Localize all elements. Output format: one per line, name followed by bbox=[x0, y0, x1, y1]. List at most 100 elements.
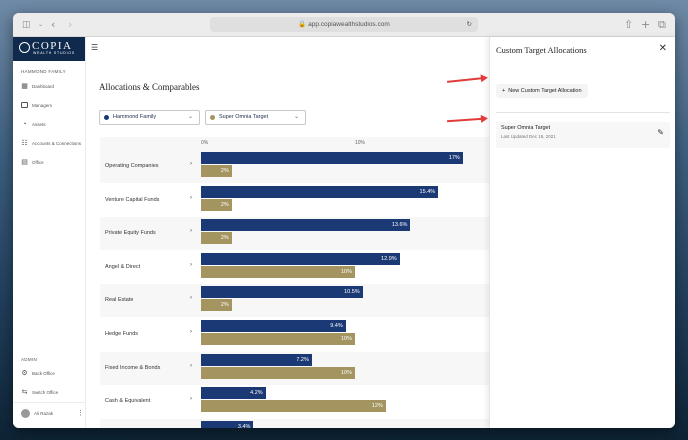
custom-target-panel: Custom Target Allocations ✕ + New Custom… bbox=[489, 37, 675, 428]
family-bar: 9.4% bbox=[201, 320, 346, 332]
family-bar: 12.9% bbox=[201, 252, 400, 265]
category-label: Operating Companies bbox=[105, 163, 159, 169]
target-bar: 10% bbox=[201, 366, 355, 379]
category-row[interactable]: Private Equity Funds › 13.6% 2% bbox=[100, 217, 489, 251]
category-row[interactable]: Operating Companies › 17% 2% bbox=[100, 150, 489, 183]
category-row[interactable]: Real Estate › 10.5% 2% bbox=[100, 284, 489, 318]
logo-subtitle: WEALTH STUDIOS bbox=[33, 51, 76, 55]
sidebar-item-office[interactable]: ▤ Office bbox=[21, 159, 43, 166]
category-row[interactable]: Hedge Funds › 9.4% 10% bbox=[100, 318, 489, 351]
gear-icon: ⚙ bbox=[21, 370, 28, 377]
chart-axis: 0% 10% bbox=[100, 137, 489, 150]
sidebar-item-assets[interactable]: ◔ Assets bbox=[21, 121, 46, 128]
category-row[interactable]: Venture Capital Funds › 15.4% 2% bbox=[100, 184, 489, 217]
page-title: Allocations & Comparables bbox=[99, 82, 200, 92]
family-bar: 4.2% bbox=[201, 387, 266, 400]
family-bar: 17% bbox=[201, 152, 463, 164]
target-bar: 12% bbox=[201, 400, 386, 413]
category-row[interactable]: Fixed Income & Bonds › 7.2% 10% bbox=[100, 351, 489, 385]
new-tab-icon[interactable]: + bbox=[641, 13, 650, 37]
family-select-value: Hammond Family bbox=[113, 114, 157, 120]
sidebar: COPIA WEALTH STUDIOS HAMMOND FAMILY ▦ Da… bbox=[13, 37, 86, 428]
tab-overview-icon[interactable]: ⧉ bbox=[658, 13, 666, 37]
reload-icon[interactable]: ↻ bbox=[467, 17, 472, 32]
category-label: Fixed Income & Bonds bbox=[105, 364, 161, 371]
axis-tick: 10% bbox=[355, 140, 366, 146]
address-bar[interactable]: 🔒 app.copiawealthstudios.com ↻ bbox=[210, 17, 478, 32]
user-profile[interactable]: Ali Razak bbox=[21, 409, 53, 418]
main-content: ☰ Allocations & Comparables Hammond Fami… bbox=[87, 37, 489, 428]
sidebar-item-switch-office[interactable]: ⇆ Switch Office bbox=[21, 389, 59, 396]
bank-icon: ☷ bbox=[21, 140, 28, 147]
chevron-down-icon[interactable]: ⌄ bbox=[38, 13, 43, 37]
url-text: app.copiawealthstudios.com bbox=[308, 21, 390, 28]
divider bbox=[496, 112, 670, 113]
target-bar: 2% bbox=[201, 299, 232, 312]
chevron-right-icon[interactable]: › bbox=[190, 195, 192, 201]
new-button-label: New Custom Target Allocation bbox=[508, 88, 582, 94]
chevron-right-icon[interactable]: › bbox=[190, 262, 192, 268]
sidebar-item-managers[interactable]: Managers bbox=[21, 102, 52, 109]
target-dot-icon bbox=[210, 115, 215, 120]
lock-icon: 🔒 bbox=[298, 21, 307, 28]
pie-chart-icon: ◔ bbox=[22, 121, 27, 128]
sidebar-item-label: Managers bbox=[32, 103, 53, 108]
sidebar-item-label: Back Office bbox=[32, 371, 55, 376]
briefcase-icon: ▤ bbox=[21, 159, 28, 166]
logo-mark-icon bbox=[19, 42, 30, 53]
target-bar: 10% bbox=[201, 333, 355, 345]
target-bar: 2% bbox=[201, 198, 232, 211]
menu-collapse-icon[interactable]: ☰ bbox=[91, 43, 98, 52]
target-select-value: Super Omnia Target bbox=[219, 114, 269, 120]
chevron-right-icon[interactable]: › bbox=[190, 161, 192, 167]
sidebar-item-label: Dashboard bbox=[32, 84, 55, 89]
chevron-right-icon[interactable]: › bbox=[190, 295, 192, 301]
chevron-right-icon[interactable]: › bbox=[190, 363, 192, 369]
more-options-icon[interactable]: ⋮ bbox=[77, 409, 84, 417]
family-bar: 13.6% bbox=[201, 219, 411, 232]
target-allocation-item[interactable]: Super Omnia Target Last Updated Dec 19, … bbox=[496, 122, 670, 148]
sidebar-item-label: Assets bbox=[32, 122, 46, 127]
sidebar-item-label: Accounts & Connections bbox=[32, 141, 82, 146]
switch-icon: ⇆ bbox=[21, 389, 28, 396]
plus-icon: + bbox=[502, 88, 506, 94]
panel-title: Custom Target Allocations bbox=[496, 45, 587, 55]
chevron-down-icon: ⌄ bbox=[187, 114, 193, 120]
category-label: Real Estate bbox=[105, 297, 134, 304]
share-icon[interactable]: ⇧ bbox=[624, 13, 633, 37]
chevron-right-icon[interactable]: › bbox=[190, 329, 192, 335]
avatar bbox=[21, 409, 30, 418]
family-bar: 15.4% bbox=[201, 185, 439, 198]
category-label: Cash & Equivalent bbox=[105, 398, 151, 405]
sidebar-item-dashboard[interactable]: ▦ Dashboard bbox=[21, 83, 54, 90]
browser-window: ◫ ⌄ ‹ › 🔒 app.copiawealthstudios.com ↻ ⇧… bbox=[13, 13, 675, 428]
chevron-down-icon: ⌄ bbox=[293, 114, 299, 120]
axis-tick: 0% bbox=[201, 140, 209, 146]
sidebar-item-label: Switch Office bbox=[32, 390, 59, 395]
family-dot-icon bbox=[104, 115, 109, 120]
target-bar: 2% bbox=[201, 165, 232, 177]
forward-icon[interactable]: › bbox=[68, 13, 72, 37]
edit-pencil-icon[interactable]: ✎ bbox=[657, 128, 664, 137]
new-custom-target-button[interactable]: + New Custom Target Allocation bbox=[496, 84, 588, 98]
back-icon[interactable]: ‹ bbox=[51, 13, 55, 37]
logo[interactable]: COPIA WEALTH STUDIOS bbox=[13, 37, 85, 61]
category-row[interactable]: Angel & Direct › 12.9% 10% bbox=[100, 251, 489, 284]
sidebar-item-accounts[interactable]: ☷ Accounts & Connections bbox=[21, 140, 81, 147]
target-select[interactable]: Super Omnia Target ⌄ bbox=[205, 110, 306, 125]
category-label: Private Equity Funds bbox=[105, 230, 156, 237]
category-label: Venture Capital Funds bbox=[105, 196, 160, 203]
category-row[interactable]: Cash & Equivalent › 4.2% 12% bbox=[100, 385, 489, 418]
close-icon[interactable]: ✕ bbox=[659, 43, 667, 54]
family-bar: 7.2% bbox=[201, 353, 312, 366]
target-updated: Last Updated Dec 19, 2021 bbox=[501, 134, 556, 139]
divider bbox=[13, 402, 86, 403]
user-name: Ali Razak bbox=[34, 411, 54, 416]
sidebar-item-back-office[interactable]: ⚙ Back Office bbox=[21, 370, 55, 377]
sidebar-toggle-icon[interactable]: ◫ bbox=[22, 13, 31, 37]
browser-toolbar: ◫ ⌄ ‹ › 🔒 app.copiawealthstudios.com ↻ ⇧… bbox=[13, 13, 675, 37]
category-row[interactable]: Domestic Equity›3.4% bbox=[100, 418, 489, 428]
chevron-right-icon[interactable]: › bbox=[190, 228, 192, 234]
family-select[interactable]: Hammond Family ⌄ bbox=[99, 110, 200, 125]
chevron-right-icon[interactable]: › bbox=[190, 396, 192, 402]
